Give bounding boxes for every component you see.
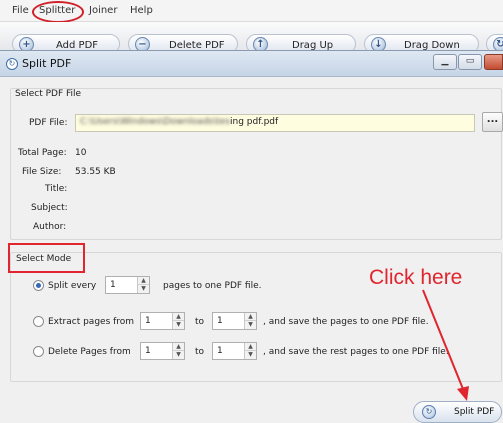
stepper-up-icon[interactable]: ▲ <box>245 313 256 321</box>
split-pdf-label: Split PDF <box>454 407 495 417</box>
stepper-down-icon[interactable]: ▼ <box>245 321 256 329</box>
delete-suffix: , and save the rest pages to one PDF fil… <box>263 347 449 357</box>
menu-bar: File Splitter Joiner Help <box>0 0 503 23</box>
delete-to-label: to <box>195 347 205 357</box>
menu-joiner[interactable]: Joiner <box>89 5 117 16</box>
splitter-highlight-circle <box>32 1 84 23</box>
click-here-annotation: Click here <box>369 266 463 289</box>
pdf-path-blurred: C:\Users\Windows\Downloads\tes <box>80 117 231 127</box>
delete-pages-label: Delete Pages from <box>48 347 131 357</box>
close-button[interactable] <box>484 54 503 70</box>
menu-help[interactable]: Help <box>130 5 153 16</box>
maximize-button[interactable]: ▭ <box>458 54 482 70</box>
stepper-up-icon[interactable]: ▲ <box>173 313 184 321</box>
split-icon: ↻ <box>422 405 436 419</box>
extract-from-stepper[interactable]: 1 ▲ ▼ <box>140 312 185 330</box>
stepper-down-icon[interactable]: ▼ <box>138 285 149 293</box>
delete-pages-radio[interactable] <box>33 346 44 357</box>
subject-label: Subject: <box>31 203 68 213</box>
total-page-label: Total Page: <box>18 148 67 158</box>
minimize-button[interactable]: ▁ <box>433 54 457 70</box>
select-mode-highlight-box <box>8 243 85 273</box>
browse-button[interactable]: ... <box>482 112 503 132</box>
stepper-down-icon[interactable]: ▼ <box>173 351 184 359</box>
pdf-path-visible: ing pdf.pdf <box>230 117 279 127</box>
select-file-group <box>10 88 502 240</box>
delete-to-value: 1 <box>217 346 223 356</box>
stepper-down-icon[interactable]: ▼ <box>173 321 184 329</box>
stepper-up-icon[interactable]: ▲ <box>245 343 256 351</box>
dialog-titlebar[interactable]: ↻ Split PDF ▁ ▭ <box>0 51 503 77</box>
extract-suffix: , and save the pages to one PDF file. <box>263 317 429 327</box>
file-size-label: File Size: <box>22 167 62 177</box>
delete-to-stepper[interactable]: 1 ▲ ▼ <box>212 342 257 360</box>
title-label: Title: <box>45 184 68 194</box>
select-file-heading: Select PDF File <box>15 89 82 99</box>
total-page-value: 10 <box>75 148 87 158</box>
delete-from-stepper[interactable]: 1 ▲ ▼ <box>140 342 185 360</box>
delete-from-value: 1 <box>145 346 151 356</box>
extract-from-value: 1 <box>145 316 151 326</box>
split-every-radio[interactable] <box>33 280 44 291</box>
split-every-stepper[interactable]: 1 ▲ ▼ <box>105 276 150 294</box>
split-every-value: 1 <box>110 280 116 290</box>
split-pdf-button[interactable]: ↻ Split PDF <box>413 401 502 423</box>
split-every-suffix: pages to one PDF file. <box>163 281 262 291</box>
extract-to-label: to <box>195 317 205 327</box>
app-icon: ↻ <box>6 58 18 70</box>
stepper-up-icon[interactable]: ▲ <box>173 343 184 351</box>
menu-file[interactable]: File <box>12 5 29 16</box>
dialog-title: Split PDF <box>22 57 72 70</box>
stepper-up-icon[interactable]: ▲ <box>138 277 149 285</box>
extract-to-stepper[interactable]: 1 ▲ ▼ <box>212 312 257 330</box>
pdf-file-label: PDF File: <box>29 118 68 128</box>
toolbar: + Add PDF − Delete PDF ↑ Drag Up ↓ Drag … <box>0 22 503 54</box>
stepper-down-icon[interactable]: ▼ <box>245 351 256 359</box>
author-label: Author: <box>33 222 67 232</box>
file-size-value: 53.55 KB <box>75 167 116 177</box>
split-every-label: Split every <box>48 281 97 291</box>
pdf-file-path-input[interactable]: C:\Users\Windows\Downloads\tesing pdf.pd… <box>75 114 475 132</box>
extract-pages-label: Extract pages from <box>48 317 135 327</box>
extract-to-value: 1 <box>217 316 223 326</box>
extract-pages-radio[interactable] <box>33 316 44 327</box>
